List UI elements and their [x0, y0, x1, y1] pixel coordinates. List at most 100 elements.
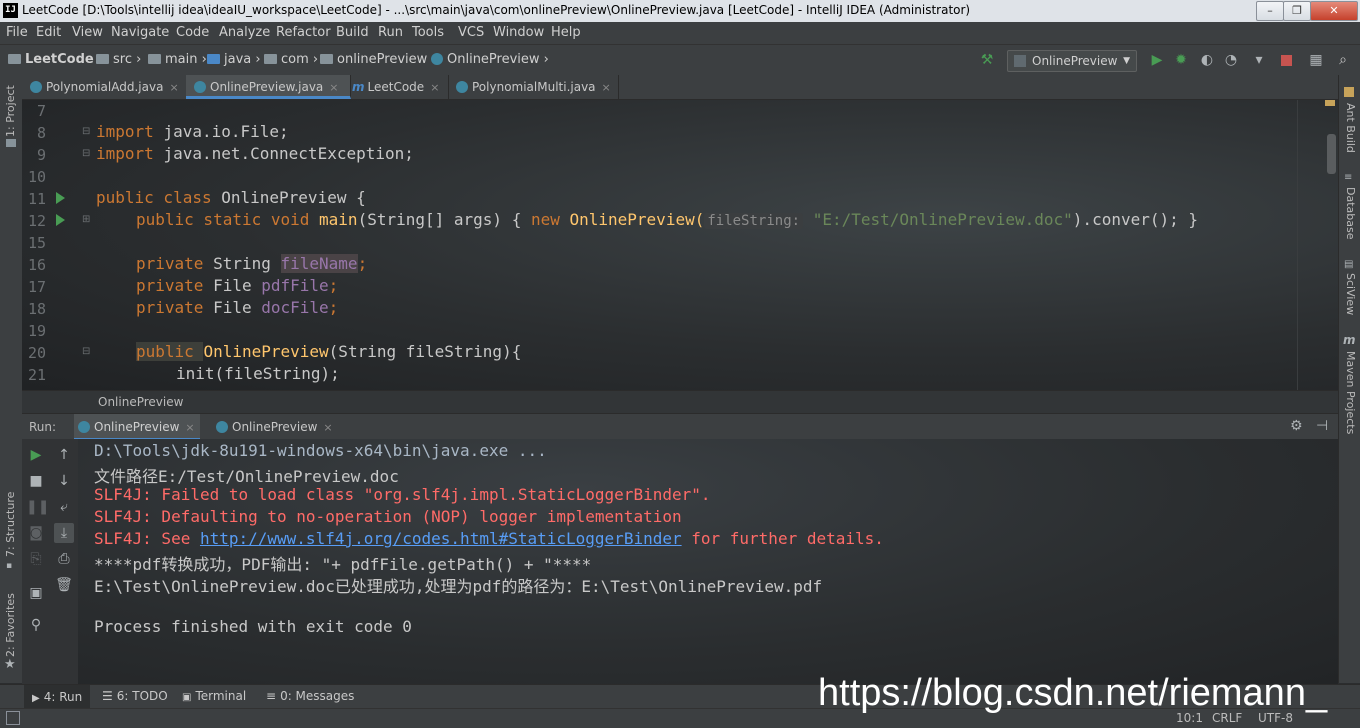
fold-icon[interactable]: ⊟ — [82, 148, 90, 159]
menu-run[interactable]: Run — [378, 25, 403, 40]
breadcrumb-main[interactable]: main › — [148, 52, 207, 67]
breadcrumb-onlinepreview-class[interactable]: OnlinePreview › — [431, 52, 549, 67]
pin-icon[interactable]: ⚲ — [26, 615, 46, 635]
toggle-tool-windows-icon[interactable] — [6, 711, 20, 725]
dump-threads-icon[interactable]: ◙ — [26, 523, 46, 543]
maven-icon: m — [1343, 333, 1356, 347]
database-tool-button[interactable]: Database — [1344, 187, 1357, 240]
tab-polynomialadd[interactable]: PolynomialAdd.java × — [22, 75, 193, 99]
messages-tool-tab[interactable]: ≡ 0: Messages — [266, 689, 354, 703]
run-tool-tab[interactable]: ▶ 4: Run — [24, 685, 91, 709]
code-text: java.io.File; — [163, 122, 289, 141]
scroll-to-end-icon[interactable]: ⤓ — [54, 523, 74, 543]
warning-marker[interactable] — [1325, 100, 1335, 106]
soft-wrap-icon[interactable]: ⤶ — [54, 497, 74, 517]
breadcrumb-com[interactable]: com › — [264, 52, 318, 67]
restore-button[interactable]: ❐ — [1283, 1, 1311, 21]
fold-icon[interactable]: ⊟ — [82, 346, 90, 357]
debug-bug-icon[interactable]: ✹ — [1174, 53, 1188, 67]
ant-build-tool-button[interactable]: Ant Build — [1344, 103, 1357, 153]
hide-panel-icon[interactable]: ⊣ — [1316, 418, 1328, 434]
search-icon[interactable]: ⌕ — [1336, 53, 1350, 67]
tool-tab-label: 4: Run — [43, 690, 83, 704]
tab-leetcode-pom[interactable]: m LeetCode × — [344, 75, 449, 99]
star-icon: ★ — [4, 657, 16, 672]
scroll-up-icon[interactable]: ↑ — [54, 445, 74, 465]
rerun-icon[interactable]: ▶ — [26, 445, 46, 465]
menu-view[interactable]: View — [72, 25, 103, 40]
sciview-tool-button[interactable]: SciView — [1344, 273, 1357, 315]
console-error-line: SLF4J: See http://www.slf4j.org/codes.ht… — [94, 529, 884, 548]
menu-analyze[interactable]: Analyze — [219, 25, 270, 40]
profile-icon[interactable]: ◔ — [1224, 53, 1238, 67]
trash-icon[interactable]: 🗑 — [54, 575, 74, 595]
gear-icon[interactable]: ⚙ — [1290, 418, 1303, 434]
pause-icon[interactable]: ❚❚ — [26, 497, 49, 517]
project-tool-button[interactable]: 1: Project — [4, 85, 17, 137]
favorites-tool-button[interactable]: 2: Favorites — [4, 593, 17, 657]
breadcrumb-java[interactable]: java › — [207, 52, 261, 67]
restore-layout-icon[interactable]: ⎘ — [26, 549, 46, 569]
menu-code[interactable]: Code — [176, 25, 209, 40]
code-line-20: public OnlinePreview(String fileString){ — [136, 342, 521, 361]
minimize-button[interactable]: – — [1256, 1, 1284, 21]
editor-scrollbar-thumb[interactable] — [1327, 134, 1336, 174]
close-icon[interactable]: × — [323, 421, 332, 434]
close-button[interactable]: ✕ — [1310, 1, 1358, 21]
fold-icon[interactable]: ⊟ — [82, 126, 90, 137]
line-number: 7 — [36, 102, 46, 120]
todo-tool-tab[interactable]: ☰ 6: TODO — [102, 689, 168, 703]
close-icon[interactable]: × — [185, 421, 194, 434]
menu-help[interactable]: Help — [551, 25, 581, 40]
code-line-17: private File pdfFile; — [136, 276, 338, 295]
menu-file[interactable]: File — [6, 25, 28, 40]
layout-icon[interactable]: ▣ — [26, 583, 46, 603]
coverage-icon[interactable]: ◐ — [1200, 53, 1214, 67]
run-tab-2[interactable]: OnlinePreview × — [212, 414, 342, 440]
menu-navigate[interactable]: Navigate — [111, 25, 169, 40]
class-icon — [30, 81, 42, 93]
run-gutter-icon[interactable] — [56, 192, 65, 204]
stop-icon[interactable]: ■ — [26, 471, 46, 491]
more-run-icon[interactable]: ▾ — [1252, 53, 1266, 67]
run-console-output[interactable]: D:\Tools\jdk-8u191-windows-x64\bin\java.… — [78, 439, 1338, 684]
run-tab-1[interactable]: OnlinePreview × — [74, 414, 200, 440]
terminal-tool-tab[interactable]: ▣ Terminal — [182, 689, 246, 703]
menu-edit[interactable]: Edit — [36, 25, 61, 40]
run-icon[interactable]: ▶ — [1150, 53, 1164, 67]
scroll-down-icon[interactable]: ↓ — [54, 471, 74, 491]
build-hammer-icon[interactable]: ⚒ — [980, 53, 994, 67]
run-configuration-select[interactable]: OnlinePreview ▼ — [1007, 50, 1137, 72]
run-gutter-icon[interactable] — [56, 214, 65, 226]
breadcrumb-label: onlinePreview — [337, 52, 428, 67]
maven-projects-tool-button[interactable]: Maven Projects — [1344, 351, 1357, 434]
string-literal: "E:/Test/OnlinePreview.doc" — [812, 210, 1073, 229]
breadcrumb-project[interactable]: LeetCode › — [8, 52, 104, 67]
breadcrumb-label: main — [165, 52, 198, 67]
breadcrumb-onlinepreview-package[interactable]: onlinePreview › — [320, 52, 437, 67]
menu-refactor[interactable]: Refactor — [276, 25, 331, 40]
editor-gutter: 7 8 9 10 11 12 15 16 17 18 19 20 21 ⊟ ⊟ … — [22, 100, 90, 390]
code-editor[interactable]: 7 8 9 10 11 12 15 16 17 18 19 20 21 ⊟ ⊟ … — [22, 100, 1338, 390]
slf4j-link[interactable]: http://www.slf4j.org/codes.html#StaticLo… — [200, 529, 682, 548]
tab-polynomialmulti[interactable]: PolynomialMulti.java × — [448, 75, 619, 99]
close-icon[interactable]: × — [169, 81, 178, 94]
close-icon[interactable]: × — [430, 81, 439, 94]
menu-vcs[interactable]: VCS — [458, 25, 484, 40]
line-number: 8 — [36, 124, 46, 142]
structure-tool-button[interactable]: 7: Structure — [4, 492, 17, 557]
menu-tools[interactable]: Tools — [412, 25, 444, 40]
breadcrumb-src[interactable]: src › — [96, 52, 141, 67]
menu-window[interactable]: Window — [493, 25, 544, 40]
close-icon[interactable]: × — [602, 81, 611, 94]
stop-icon[interactable] — [1281, 55, 1292, 66]
close-icon[interactable]: × — [329, 81, 338, 94]
menu-build[interactable]: Build — [336, 25, 369, 40]
project-structure-icon[interactable]: ▦ — [1309, 53, 1323, 67]
console-exit-line: Process finished with exit code 0 — [94, 617, 412, 636]
editor-breadcrumb[interactable]: OnlinePreview — [98, 395, 183, 409]
tab-onlinepreview[interactable]: OnlinePreview.java × — [186, 75, 351, 99]
print-icon[interactable]: ⎙ — [54, 549, 74, 569]
code-text: OnlinePreview { — [221, 188, 366, 207]
fold-icon[interactable]: ⊞ — [82, 214, 90, 225]
